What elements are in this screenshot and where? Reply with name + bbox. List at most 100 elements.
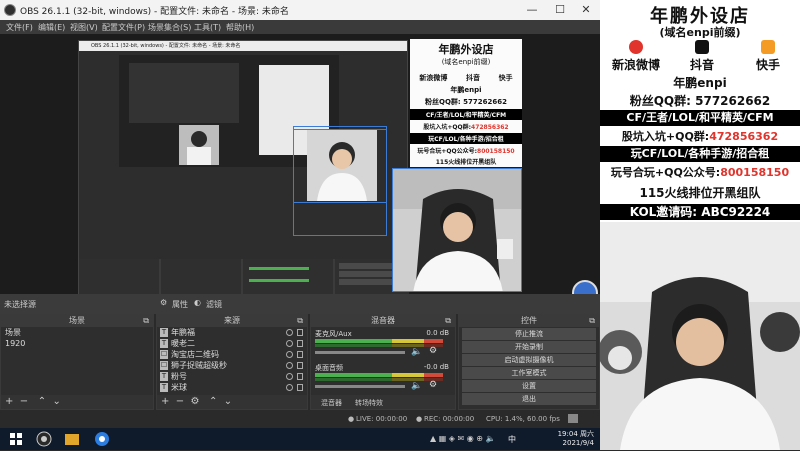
webcam-feed (600, 222, 800, 450)
kol-banner: KOL邀请码: ABC92224 (600, 204, 800, 220)
menu-file[interactable]: 文件(F) (6, 22, 33, 33)
mixer-channel-db: -0.0 dB (423, 363, 449, 371)
tray-icons[interactable]: ▲ ▦ ◈ ✉ ◉ ⊕ 🔈 (430, 434, 495, 443)
start-recording-button[interactable]: 开始录制 (462, 341, 596, 353)
source-item[interactable]: ☐ 狮子捉贼超级秒 (157, 360, 307, 371)
move-up-icon[interactable]: ⌃ (38, 396, 46, 407)
lock-icon[interactable] (297, 362, 303, 369)
gear-icon[interactable]: ⚙ (160, 298, 167, 307)
windows-start-icon[interactable] (8, 431, 24, 447)
dock-close-icon[interactable]: ⧉ (143, 315, 149, 327)
source-item[interactable]: ☐ 淘宝店二维码 (157, 349, 307, 360)
add-icon[interactable]: + (5, 396, 13, 407)
obs-window: OBS 26.1.1 (32-bit, windows) - 配置文件: 未命名… (0, 0, 600, 428)
menu-profile[interactable]: 配置文件(P) (102, 22, 145, 33)
eye-icon[interactable] (286, 373, 293, 380)
source-item[interactable]: T 米球 (157, 382, 307, 393)
live-icon: ● (348, 415, 355, 423)
menu-scene-collection[interactable]: 场景集合(S) (148, 22, 191, 33)
source-item[interactable]: T 年鹏福 (157, 327, 307, 338)
rec-icon: ● (416, 415, 423, 423)
move-down-icon[interactable]: ⌄ (224, 396, 232, 407)
source-label: 狮子捉贼超级秒 (171, 361, 227, 370)
context-bar: 未选择源 ⚙ 属性 ◐ 滤镜 (0, 294, 600, 314)
rank-line: 115火线排位开黑组队 (639, 186, 761, 200)
dock-close-icon[interactable]: ⧉ (445, 315, 451, 327)
properties-button[interactable]: 属性 (172, 299, 188, 310)
speaker-icon[interactable]: 🔈 (411, 347, 422, 357)
eye-icon[interactable] (286, 340, 293, 347)
tab-transitions[interactable]: 转场特效 (355, 398, 383, 408)
nested-title: OBS 26.1.1 (32-bit, windows) - 配置文件: 未命名… (79, 41, 407, 51)
volume-slider[interactable] (315, 385, 405, 388)
start-virtual-camera-button[interactable]: 启动虚拟摄像机 (462, 354, 596, 366)
scene-item[interactable]: 1920 (1, 338, 153, 349)
exit-button[interactable]: 退出 (462, 393, 596, 405)
wechat-number: 800158150 (720, 166, 790, 179)
mixer-channel-db: 0.0 dB (426, 329, 449, 337)
sources-toolbar: + − ⚙ ⌃ ⌄ (157, 395, 307, 409)
group-line: 股坑入坑+QQ群:472856362 (600, 128, 800, 144)
preview-canvas[interactable]: OBS 26.1.1 (32-bit, windows) - 配置文件: 未命名… (0, 34, 600, 294)
preview-group-num: 472856362 (471, 124, 509, 131)
studio-mode-button[interactable]: 工作室模式 (462, 367, 596, 379)
browser-taskbar-icon[interactable] (94, 431, 110, 447)
source-selection-box[interactable] (293, 126, 387, 236)
avatar-icon (572, 280, 598, 294)
close-button[interactable]: ✕ (572, 2, 600, 18)
preview-cf-line: CF/王者/LOL/和平精英/CFM (410, 109, 522, 120)
remove-icon[interactable]: − (176, 396, 184, 407)
dock-close-icon[interactable]: ⧉ (589, 315, 595, 327)
preview-webcam[interactable] (392, 168, 522, 292)
eye-icon[interactable] (286, 329, 293, 336)
stop-streaming-button[interactable]: 停止推流 (462, 328, 596, 340)
move-down-icon[interactable]: ⌄ (52, 396, 60, 407)
menu-edit[interactable]: 编辑(E) (38, 22, 65, 33)
sources-title: 来源 (224, 316, 240, 325)
rec-timer: REC: 00:00:00 (424, 415, 475, 423)
weibo-block: 新浪微博 (606, 40, 666, 73)
settings-button[interactable]: 设置 (462, 380, 596, 392)
menu-tools[interactable]: 工具(T) (194, 22, 221, 33)
menu-help[interactable]: 帮助(H) (226, 22, 254, 33)
eye-icon[interactable] (286, 384, 293, 391)
gear-icon[interactable]: ⚙ (191, 396, 200, 407)
menu-view[interactable]: 视图(V) (70, 22, 98, 33)
source-item[interactable]: T 粉号 (157, 371, 307, 382)
filters-button[interactable]: 滤镜 (206, 299, 222, 310)
eye-icon[interactable] (286, 351, 293, 358)
clock[interactable]: 19:04 周六 2021/9/4 (558, 430, 594, 448)
preview-social-row: 新浪微博 抖音 快手 (410, 73, 522, 83)
minimize-button[interactable]: — (518, 2, 546, 18)
source-item[interactable]: T 暖老二 (157, 338, 307, 349)
volume-slider[interactable] (315, 351, 405, 354)
source-label: 淘宝店二维码 (171, 350, 219, 359)
gear-icon[interactable]: ⚙ (429, 346, 437, 356)
lock-icon[interactable] (297, 373, 303, 380)
maximize-button[interactable]: ☐ (546, 2, 574, 18)
scene-item[interactable]: 场景 (1, 327, 153, 338)
text-source-icon: T (160, 372, 168, 381)
eye-icon[interactable] (286, 362, 293, 369)
add-icon[interactable]: + (161, 396, 169, 407)
menu-bar: 文件(F) 编辑(E) 视图(V) 配置文件(P) 场景集合(S) 工具(T) … (0, 20, 600, 34)
filter-icon[interactable]: ◐ (194, 298, 201, 307)
app-taskbar-icon[interactable] (64, 431, 80, 447)
lock-icon[interactable] (297, 329, 303, 336)
lock-icon[interactable] (297, 340, 303, 347)
lock-icon[interactable] (297, 351, 303, 358)
scenes-dock: 场景 ⧉ 场景 1920 + − ⌃ ⌄ (0, 314, 154, 410)
kuaishou-label: 快手 (755, 58, 780, 72)
obs-logo-icon (4, 4, 16, 16)
tab-mixer[interactable]: 混音器 (321, 398, 342, 408)
remove-icon[interactable]: − (20, 396, 28, 407)
input-language[interactable]: 中 (508, 434, 516, 445)
lock-icon[interactable] (297, 384, 303, 391)
cf-games-banner: CF/王者/LOL/和平精英/CFM (600, 110, 800, 126)
dock-close-icon[interactable]: ⧉ (297, 315, 303, 327)
title-bar: OBS 26.1.1 (32-bit, windows) - 配置文件: 未命名… (0, 0, 600, 20)
obs-taskbar-icon[interactable] (36, 431, 52, 447)
gear-icon[interactable]: ⚙ (429, 380, 437, 390)
speaker-icon[interactable]: 🔈 (411, 381, 422, 391)
move-up-icon[interactable]: ⌃ (209, 396, 217, 407)
